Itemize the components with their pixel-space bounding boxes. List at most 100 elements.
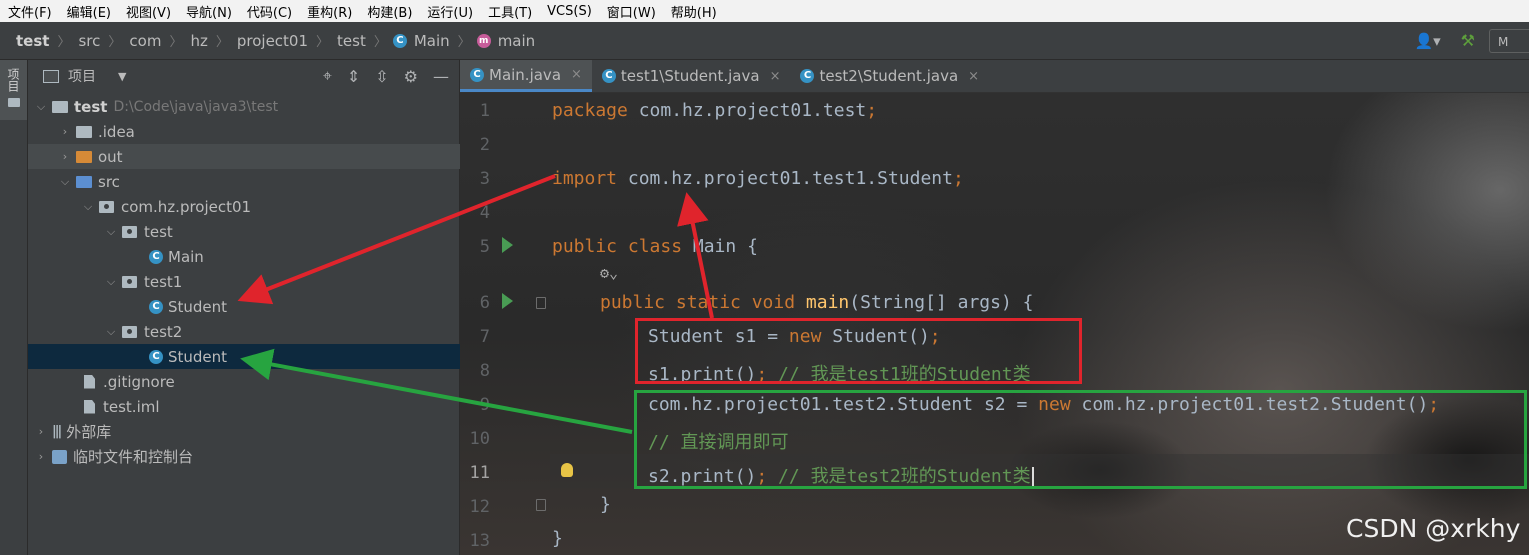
chevron-down-icon[interactable]: ⌵ <box>104 275 118 289</box>
line-number: 4 <box>479 203 490 223</box>
tree-item-label: src <box>98 172 120 191</box>
menu-window[interactable]: 窗口(W) <box>599 2 663 21</box>
keyword-token: package <box>552 100 628 121</box>
fold-icon[interactable] <box>536 499 546 511</box>
fold-icon[interactable] <box>536 297 546 309</box>
menu-run[interactable]: 运行(U) <box>419 2 480 21</box>
menu-view[interactable]: 视图(V) <box>118 2 178 21</box>
breadcrumb-item-test[interactable]: test <box>335 32 368 50</box>
breadcrumb-item-project[interactable]: test <box>14 32 51 50</box>
chevron-right-icon: 〉 <box>215 35 229 50</box>
user-icon[interactable]: 👤▾ <box>1414 32 1440 50</box>
tree-item-package-test2[interactable]: ⌵ test2 <box>28 319 535 344</box>
code-token: com.hz.project01.test <box>627 100 867 121</box>
package-icon <box>122 275 137 288</box>
tab-test1-student[interactable]: C test1\Student.java × <box>592 60 791 92</box>
crosshair-icon[interactable]: ⌖ <box>323 66 332 86</box>
line-number: 3 <box>479 169 490 189</box>
chevron-right-icon[interactable]: › <box>58 150 72 163</box>
tab-main-java[interactable]: C Main.java × <box>460 60 592 92</box>
tree-item-package-project01[interactable]: ⌵ com.hz.project01 <box>28 194 512 219</box>
code-line-3[interactable]: import com.hz.project01.test1.Student; <box>552 168 964 189</box>
menu-edit[interactable]: 编辑(E) <box>59 2 118 21</box>
module-folder-icon <box>52 100 68 113</box>
tree-item-test-iml[interactable]: test.iml <box>28 394 497 419</box>
chevron-down-icon[interactable]: ⌵ <box>34 100 48 114</box>
tab-label: test2\Student.java <box>819 67 959 85</box>
minimize-icon[interactable]: — <box>433 67 449 86</box>
keyword-token: public static void <box>600 292 796 313</box>
tree-item-external-libraries[interactable]: › ||| 外部库 <box>28 419 465 444</box>
line-number: 11 <box>469 463 490 483</box>
chevron-right-icon[interactable]: › <box>34 450 48 463</box>
menu-refactor[interactable]: 重构(R) <box>299 2 359 21</box>
tree-item-idea[interactable]: › .idea <box>28 119 489 144</box>
line-number: 2 <box>479 135 490 155</box>
tab-test2-student[interactable]: C test2\Student.java × <box>790 60 989 92</box>
close-icon[interactable]: × <box>968 69 979 84</box>
close-icon[interactable]: × <box>770 69 781 84</box>
chevron-right-icon: 〉 <box>57 35 71 50</box>
project-path: D:\Code\java\java3\test <box>113 98 279 115</box>
code-line-13[interactable]: } <box>552 528 563 549</box>
lightbulb-icon[interactable] <box>561 463 573 477</box>
code-line-1[interactable]: package com.hz.project01.test; <box>552 100 877 121</box>
breadcrumb-item-main-method[interactable]: m main <box>476 32 537 50</box>
chevron-right-icon: 〉 <box>108 35 122 50</box>
tool-window-strip: 项目 <box>0 60 28 555</box>
menu-tools[interactable]: 工具(T) <box>480 2 539 21</box>
tree-item-label: com.hz.project01 <box>121 197 252 216</box>
method-icon: m <box>476 33 491 48</box>
chevron-right-icon[interactable]: › <box>34 425 48 438</box>
inlay-hint-icon[interactable]: ⚙⌄ <box>600 264 618 282</box>
menu-help[interactable]: 帮助(H) <box>663 2 724 21</box>
tree-item-src[interactable]: ⌵ src <box>28 169 489 194</box>
menu-code[interactable]: 代码(C) <box>239 2 299 21</box>
code-line-6[interactable]: public static void main(String[] args) { <box>600 292 1034 313</box>
folder-icon <box>76 125 92 138</box>
gear-icon[interactable]: ⚙ <box>404 67 418 86</box>
menu-file[interactable]: 文件(F) <box>0 2 59 21</box>
collapse-all-icon[interactable]: ⇳ <box>375 67 388 86</box>
breadcrumb-item-hz[interactable]: hz <box>188 32 209 50</box>
code-token: com.hz.project01.test1.Student <box>617 168 953 189</box>
tab-label: test1\Student.java <box>620 67 760 85</box>
keyword-token: import <box>552 168 618 189</box>
tree-item-label: out <box>98 147 123 166</box>
chevron-right-icon[interactable]: › <box>58 125 72 138</box>
chevron-down-icon[interactable]: ⌵ <box>58 175 72 189</box>
tree-item-gitignore[interactable]: .gitignore <box>28 369 497 394</box>
tree-item-package-test[interactable]: ⌵ test <box>28 219 535 244</box>
expand-all-icon[interactable]: ⇕ <box>347 67 360 86</box>
breadcrumb-item-src[interactable]: src <box>76 32 102 50</box>
tree-item-scratches[interactable]: › 临时文件和控制台 <box>28 444 465 469</box>
chevron-down-icon[interactable]: ⌵ <box>104 325 118 339</box>
project-view-selector[interactable]: 项目 <box>68 66 96 86</box>
tree-item-package-test1[interactable]: ⌵ test1 <box>28 269 535 294</box>
breadcrumb-item-com[interactable]: com <box>127 32 163 50</box>
code-line-12[interactable]: } <box>600 494 611 515</box>
red-annotation-box <box>635 318 1082 384</box>
code-line-5[interactable]: public class Main { <box>552 236 758 257</box>
tree-item-label: 外部库 <box>66 423 112 441</box>
breadcrumb-item-main-class[interactable]: C Main <box>392 32 452 50</box>
run-icon[interactable] <box>502 293 513 309</box>
menu-build[interactable]: 构建(B) <box>359 2 419 21</box>
tree-item-label: Student <box>168 297 228 316</box>
hammer-icon[interactable]: ⚒ <box>1461 31 1475 50</box>
run-icon[interactable] <box>502 237 513 253</box>
chevron-down-icon[interactable]: ▼ <box>118 70 126 83</box>
tree-item-project-root[interactable]: ⌵ test D:\Code\java\java3\test <box>28 94 465 119</box>
menu-navigate[interactable]: 导航(N) <box>178 2 239 21</box>
close-icon[interactable]: × <box>571 67 582 82</box>
chevron-down-icon[interactable]: ⌵ <box>81 200 95 214</box>
semicolon-token: ; <box>952 168 964 189</box>
chevron-right-icon: 〉 <box>316 35 330 50</box>
line-number: 5 <box>479 237 490 257</box>
project-tool-window-tab[interactable]: 项目 <box>0 60 27 120</box>
run-configuration-selector[interactable]: M <box>1489 28 1529 53</box>
menu-vcs[interactable]: VCS(S) <box>539 4 599 19</box>
tree-item-out[interactable]: › out <box>28 144 489 169</box>
breadcrumb-item-project01[interactable]: project01 <box>235 32 310 50</box>
chevron-down-icon[interactable]: ⌵ <box>104 225 118 239</box>
